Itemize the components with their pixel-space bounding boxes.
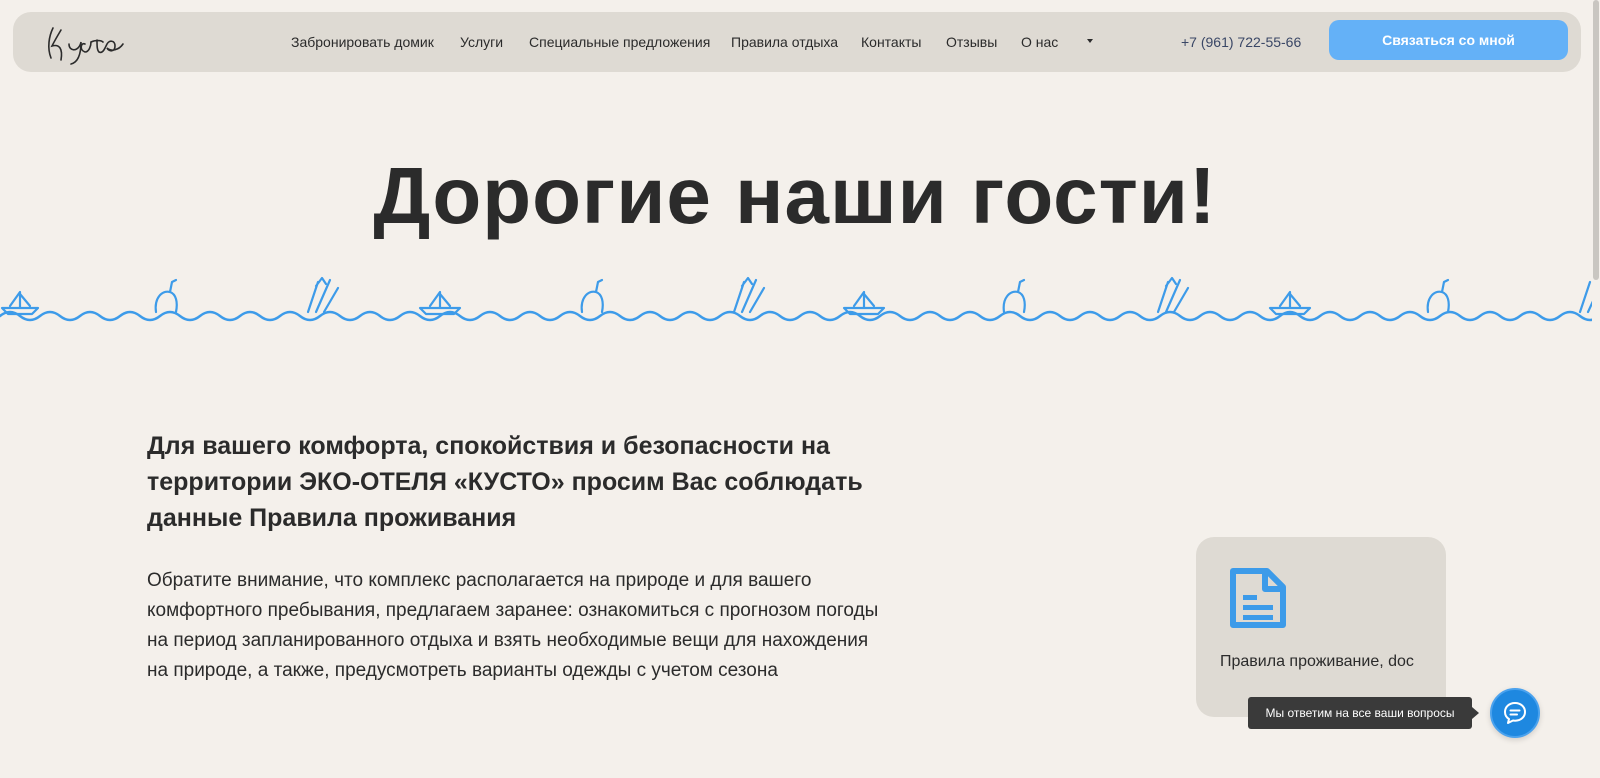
wave-decoration [0,276,1600,322]
scrollbar-track[interactable] [1592,0,1600,778]
logo-script-icon [48,27,124,65]
logo[interactable] [39,18,139,66]
intro-heading: Для вашего комфорта, спокойствия и безоп… [147,432,863,532]
nav-book-cabin[interactable]: Забронировать домик [291,34,434,50]
nav-about[interactable]: О нас [1021,34,1058,50]
nav-special-offers[interactable]: Специальные предложения [529,34,710,50]
scrollbar-thumb[interactable] [1593,0,1599,280]
phone-link[interactable]: +7 (961) 722-55-66 [1181,34,1301,50]
document-icon [1230,568,1286,628]
chat-button[interactable] [1490,688,1540,738]
nav-contacts[interactable]: Контакты [861,34,921,50]
chat-tooltip: Мы ответим на все ваши вопросы [1248,697,1472,729]
nav-services[interactable]: Услуги [460,34,503,50]
page-title: Дорогие наши гости! [373,151,1217,240]
page: Забронировать домик Услуги Специальные п… [0,0,1600,778]
chat-icon [1504,702,1526,724]
nav-reviews[interactable]: Отзывы [946,34,997,50]
contact-me-button[interactable]: Связаться со мной [1329,20,1568,60]
chat-tooltip-arrow [1472,707,1479,719]
caret-down-icon[interactable] [1085,36,1095,46]
document-label: Правила проживание, doc [1220,653,1414,670]
nav-rules[interactable]: Правила отдыха [731,34,838,50]
rules-document-card[interactable]: Правила проживание, doc [1196,537,1446,717]
intro-paragraph: Обратите внимание, что комплекс располаг… [147,570,879,681]
site-header: Забронировать домик Услуги Специальные п… [13,12,1581,72]
